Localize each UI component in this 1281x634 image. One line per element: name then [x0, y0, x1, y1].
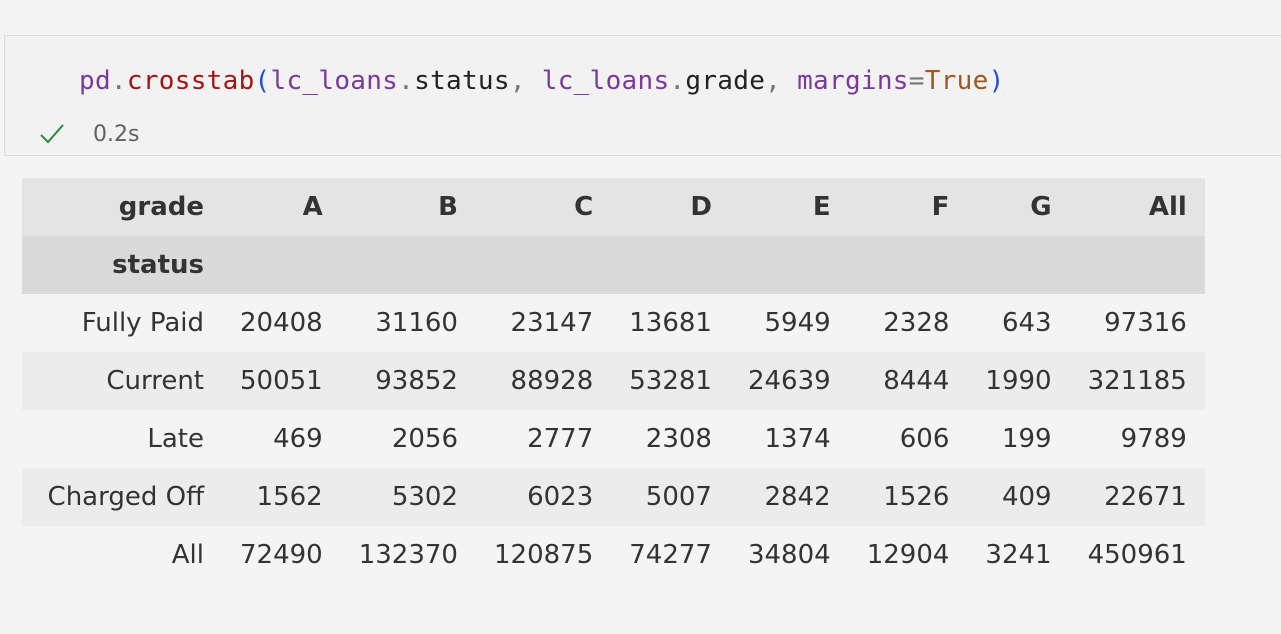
- table-cell: 2328: [848, 294, 968, 352]
- column-header: C: [475, 178, 612, 236]
- code-token-comma: ,: [509, 66, 542, 96]
- table-cell: 72490: [222, 526, 341, 584]
- code-token-dot: .: [398, 66, 415, 96]
- table-row: Charged Off 1562 5302 6023 5007 2842 1526 409 22…: [22, 468, 1205, 526]
- table-cell: 50051: [222, 352, 341, 410]
- column-header: A: [222, 178, 341, 236]
- empty-header-cell: [611, 236, 730, 294]
- table-cell: 88928: [475, 352, 612, 410]
- table-cell: 132370: [340, 526, 476, 584]
- code-token-module: pd: [79, 66, 111, 96]
- empty-header-cell: [967, 236, 1070, 294]
- code-token-dot: .: [669, 66, 686, 96]
- table-cell: 74277: [611, 526, 730, 584]
- empty-header-cell: [340, 236, 476, 294]
- row-index-cell: Fully Paid: [22, 294, 222, 352]
- crosstab-output-table: grade A B C D E F G All status Fully Pai…: [22, 178, 1205, 584]
- table-cell: 13681: [611, 294, 730, 352]
- row-index-header-row: status: [22, 236, 1205, 294]
- table-cell: 6023: [475, 468, 612, 526]
- table-cell: 1526: [848, 468, 968, 526]
- code-token-arg2-attribute: grade: [685, 66, 766, 96]
- empty-header-cell: [1069, 236, 1205, 294]
- table-cell: 450961: [1069, 526, 1205, 584]
- code-token-function: crosstab: [126, 66, 255, 96]
- column-header: B: [340, 178, 476, 236]
- execution-time: 0.2s: [93, 121, 140, 147]
- row-index-cell: Current: [22, 352, 222, 410]
- empty-header-cell: [729, 236, 849, 294]
- code-token-arg2-object: lc_loans: [541, 66, 670, 96]
- empty-header-cell: [475, 236, 612, 294]
- table-cell: 8444: [848, 352, 968, 410]
- table-cell: 93852: [340, 352, 476, 410]
- table-cell: 5302: [340, 468, 476, 526]
- code-cell[interactable]: pd.crosstab(lc_loans.status, lc_loans.gr…: [4, 35, 1281, 156]
- table-cell: 97316: [1069, 294, 1205, 352]
- table-cell: 23147: [475, 294, 612, 352]
- table-cell: 2777: [475, 410, 612, 468]
- table-cell: 2308: [611, 410, 730, 468]
- table-cell: 24639: [729, 352, 849, 410]
- column-header: All: [1069, 178, 1205, 236]
- code-line[interactable]: pd.crosstab(lc_loans.status, lc_loans.gr…: [79, 64, 1005, 98]
- code-token-paren-close: ): [988, 66, 1005, 96]
- table-cell: 34804: [729, 526, 849, 584]
- table-row: Fully Paid 20408 31160 23147 13681 5949 2328 64…: [22, 294, 1205, 352]
- table-body: Fully Paid 20408 31160 23147 13681 5949 2328 64…: [22, 294, 1205, 584]
- table-cell: 31160: [340, 294, 476, 352]
- table-row: Late 469 2056 2777 2308 1374 606 199 9789: [22, 410, 1205, 468]
- table-cell: 3241: [967, 526, 1070, 584]
- empty-header-cell: [222, 236, 341, 294]
- code-token-equals: =: [908, 66, 925, 96]
- table-cell: 606: [848, 410, 968, 468]
- table-cell: 12904: [848, 526, 968, 584]
- table-cell: 120875: [475, 526, 612, 584]
- column-index-label: grade: [22, 178, 222, 236]
- table-cell: 469: [222, 410, 341, 468]
- code-token-dot: .: [110, 66, 127, 96]
- row-index-label: status: [22, 236, 222, 294]
- table-cell: 2842: [729, 468, 849, 526]
- row-index-cell: All: [22, 526, 222, 584]
- code-token-paren-open: (: [254, 66, 271, 96]
- table-cell: 2056: [340, 410, 476, 468]
- table-cell: 5007: [611, 468, 730, 526]
- column-header: E: [729, 178, 849, 236]
- table-cell: 199: [967, 410, 1070, 468]
- code-token-arg1-attribute: status: [414, 66, 510, 96]
- table-cell: 20408: [222, 294, 341, 352]
- column-header: F: [848, 178, 968, 236]
- table-row: All 72490 132370 120875 74277 34804 12904 3241 4…: [22, 526, 1205, 584]
- table-cell: 321185: [1069, 352, 1205, 410]
- code-token-keyword-arg: margins: [797, 66, 909, 96]
- code-token-bool: True: [924, 66, 989, 96]
- column-header: G: [967, 178, 1070, 236]
- table-cell: 9789: [1069, 410, 1205, 468]
- code-token-comma: ,: [765, 66, 798, 96]
- table-cell: 1562: [222, 468, 341, 526]
- empty-header-cell: [848, 236, 968, 294]
- table-cell: 409: [967, 468, 1070, 526]
- code-token-arg1-object: lc_loans: [270, 66, 399, 96]
- table-cell: 643: [967, 294, 1070, 352]
- row-index-cell: Charged Off: [22, 468, 222, 526]
- table-row: Current 50051 93852 88928 53281 24639 8444 1990…: [22, 352, 1205, 410]
- table-cell: 22671: [1069, 468, 1205, 526]
- check-icon: [40, 124, 64, 144]
- column-header-row: grade A B C D E F G All: [22, 178, 1205, 236]
- column-header: D: [611, 178, 730, 236]
- row-index-cell: Late: [22, 410, 222, 468]
- table-cell: 1374: [729, 410, 849, 468]
- table-cell: 1990: [967, 352, 1070, 410]
- cell-execution-status: 0.2s: [39, 118, 139, 150]
- table-cell: 5949: [729, 294, 849, 352]
- table-cell: 53281: [611, 352, 730, 410]
